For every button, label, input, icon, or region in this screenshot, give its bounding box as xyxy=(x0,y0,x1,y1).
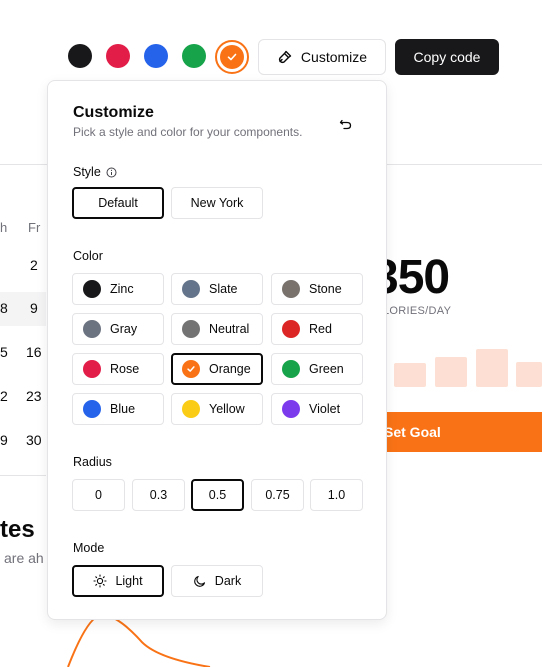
color-dot xyxy=(83,400,101,418)
section-subtitle: are ah xyxy=(4,550,44,566)
color-option-label: Gray xyxy=(110,322,138,336)
sun-icon xyxy=(93,574,107,588)
color-dot xyxy=(83,320,101,338)
mode-option-dark[interactable]: Dark xyxy=(171,565,263,597)
goal-unit: LORIES/DAY xyxy=(383,305,452,317)
radius-option-0-75[interactable]: 0.75 xyxy=(251,479,304,511)
popover-subtitle: Pick a style and color for your componen… xyxy=(73,125,303,139)
color-dot xyxy=(182,360,200,378)
color-option-slate[interactable]: Slate xyxy=(171,273,263,305)
paintbrush-icon xyxy=(278,50,292,64)
color-option-label: Red xyxy=(309,322,332,336)
calendar-day[interactable]: 23 xyxy=(26,388,42,404)
popover-title: Customize xyxy=(73,104,154,121)
mode-option-light[interactable]: Light xyxy=(72,565,164,597)
color-option-label: Neutral xyxy=(209,322,250,336)
color-option-label: Slate xyxy=(209,282,238,296)
check-icon xyxy=(227,53,237,61)
calendar-day[interactable]: 16 xyxy=(26,344,42,360)
background-divider-bottom xyxy=(0,475,46,476)
theme-swatch-green[interactable] xyxy=(182,44,206,68)
calendar-day[interactable]: 30 xyxy=(26,432,42,448)
calendar-day-header-fr: Fr xyxy=(28,220,41,235)
color-option-zinc[interactable]: Zinc xyxy=(72,273,164,305)
theme-swatch-blue[interactable] xyxy=(144,44,168,68)
color-dot xyxy=(182,320,200,338)
color-option-label: Green xyxy=(309,362,344,376)
color-dot xyxy=(83,360,101,378)
radius-option-0-5[interactable]: 0.5 xyxy=(191,479,244,511)
goal-bar xyxy=(435,357,467,387)
color-option-blue[interactable]: Blue xyxy=(72,393,164,425)
color-option-label: Stone xyxy=(309,282,342,296)
color-option-rose[interactable]: Rose xyxy=(72,353,164,385)
color-dot xyxy=(282,320,300,338)
color-option-label: Blue xyxy=(110,402,136,416)
calendar-day[interactable]: 2 xyxy=(30,257,38,273)
style-option-default[interactable]: Default xyxy=(72,187,164,219)
style-option-new-york[interactable]: New York xyxy=(171,187,263,219)
copy-code-button[interactable]: Copy code xyxy=(395,39,499,75)
moon-icon xyxy=(193,574,207,588)
color-option-neutral[interactable]: Neutral xyxy=(171,313,263,345)
style-label-text: Style xyxy=(73,165,101,179)
color-dot xyxy=(182,400,200,418)
color-option-label: Violet xyxy=(309,402,341,416)
color-option-red[interactable]: Red xyxy=(271,313,363,345)
color-option-yellow[interactable]: Yellow xyxy=(171,393,263,425)
goal-bar xyxy=(476,349,508,387)
radius-option-0-3[interactable]: 0.3 xyxy=(132,479,185,511)
color-option-gray[interactable]: Gray xyxy=(72,313,164,345)
calendar-day[interactable]: 9 xyxy=(30,300,38,316)
info-icon[interactable] xyxy=(106,167,117,178)
section-title: tes xyxy=(0,516,35,543)
radius-option-0[interactable]: 0 xyxy=(72,479,125,511)
mode-dark-label: Dark xyxy=(214,574,242,588)
color-option-stone[interactable]: Stone xyxy=(271,273,363,305)
theme-swatch-rose[interactable] xyxy=(106,44,130,68)
set-goal-button[interactable]: Set Goal xyxy=(376,412,542,452)
mode-label: Mode xyxy=(73,541,105,555)
calendar-day[interactable]: 5 xyxy=(0,344,8,360)
color-dot xyxy=(282,400,300,418)
reset-icon[interactable] xyxy=(337,115,355,133)
color-option-label: Rose xyxy=(110,362,140,376)
goal-bar xyxy=(516,362,542,387)
customize-label: Customize xyxy=(300,49,368,65)
color-dot xyxy=(282,280,300,298)
color-dot xyxy=(282,360,300,378)
check-icon xyxy=(187,366,195,372)
calendar-day[interactable]: 2 xyxy=(0,388,8,404)
color-dot xyxy=(182,280,200,298)
color-dot xyxy=(83,280,101,298)
calendar-day-header-th: h xyxy=(0,220,8,235)
calendar-day[interactable]: 8 xyxy=(0,300,8,316)
color-option-green[interactable]: Green xyxy=(271,353,363,385)
theme-swatch-orange[interactable] xyxy=(215,40,249,74)
radius-label: Radius xyxy=(73,455,112,469)
color-option-orange[interactable]: Orange xyxy=(171,353,263,385)
color-option-label: Yellow xyxy=(209,402,245,416)
theme-swatch-zinc[interactable] xyxy=(68,44,92,68)
style-label: Style xyxy=(73,165,117,179)
color-option-label: Zinc xyxy=(110,282,134,296)
color-label: Color xyxy=(73,249,103,263)
color-option-label: Orange xyxy=(209,362,251,376)
radius-option-1-0[interactable]: 1.0 xyxy=(310,479,363,511)
mode-light-label: Light xyxy=(115,574,143,588)
customize-button[interactable]: Customize xyxy=(258,39,386,75)
color-option-violet[interactable]: Violet xyxy=(271,393,363,425)
customize-popover: Customize Pick a style and color for you… xyxy=(47,80,387,620)
goal-bar xyxy=(394,363,426,387)
calendar-day[interactable]: 9 xyxy=(0,432,8,448)
